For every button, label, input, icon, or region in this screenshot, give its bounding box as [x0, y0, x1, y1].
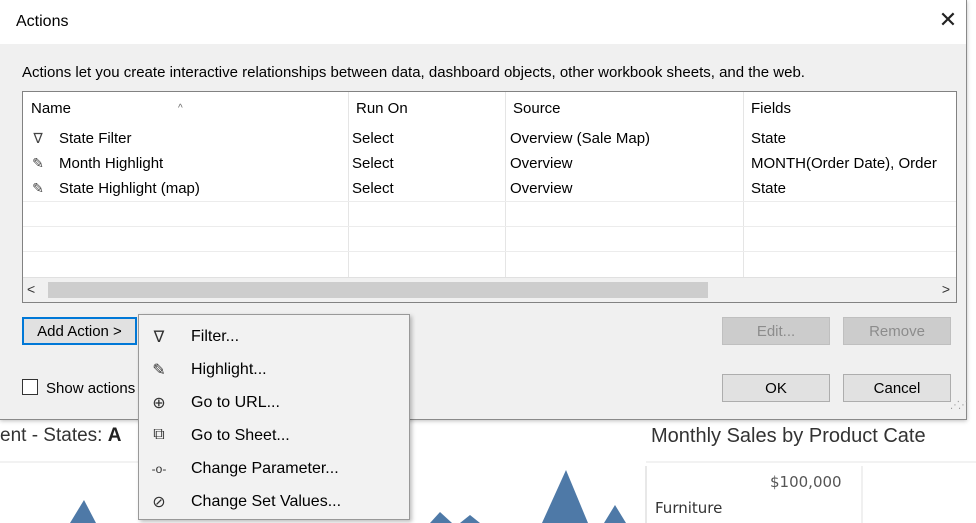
action-source: Overview [510, 155, 573, 172]
column-divider[interactable] [505, 92, 506, 277]
action-fields: State [751, 180, 787, 197]
action-run-on: Select [352, 155, 394, 172]
menu-item-label: Change Parameter... [191, 460, 339, 477]
filter-icon: ∇ [153, 329, 165, 346]
chart-spike [542, 470, 588, 523]
add-action-menu: ∇ Filter... ✎ Highlight... ⊕ Go to URL..… [138, 314, 410, 520]
column-header-run-on[interactable]: Run On [348, 92, 505, 126]
action-fields: MONTH(Order Date), Order [751, 155, 937, 172]
menu-item-go-to-url[interactable]: ⊕ Go to URL... [139, 387, 409, 420]
ok-button[interactable]: OK [722, 374, 830, 402]
menu-item-label: Go to URL... [191, 394, 280, 411]
background-sheet-title: ent - States: A [0, 425, 122, 446]
show-actions-label: Show actions [46, 380, 136, 397]
chart-spike [460, 515, 480, 523]
sort-ascending-icon: ^ [178, 103, 183, 114]
highlight-icon: ✎ [32, 155, 44, 171]
action-source: Overview (Sale Map) [510, 130, 651, 147]
column-divider[interactable] [348, 92, 349, 277]
scroll-left-icon[interactable]: < [27, 281, 35, 297]
menu-item-label: Change Set Values... [191, 493, 342, 510]
dialog-title: Actions [16, 13, 69, 30]
resize-grip-icon[interactable]: ⋰⋰ [950, 400, 968, 411]
action-name: State Highlight (map) [59, 180, 200, 197]
chart-spike [604, 505, 626, 523]
add-action-button[interactable]: Add Action > [22, 317, 137, 345]
action-source: Overview [510, 180, 573, 197]
horizontal-scrollbar[interactable]: < > [23, 277, 956, 302]
action-name: Month Highlight [59, 155, 164, 172]
chart-spike [70, 500, 96, 523]
menu-item-label: Filter... [191, 328, 240, 345]
filter-icon: ∇ [33, 130, 43, 146]
highlight-icon: ✎ [32, 180, 44, 196]
background-chart-title: Monthly Sales by Product Cate [651, 425, 926, 447]
row-divider [23, 226, 956, 227]
column-header-fields[interactable]: Fields [743, 92, 956, 126]
dialog-description: Actions let you create interactive relat… [22, 64, 805, 81]
scroll-right-icon[interactable]: > [942, 281, 950, 297]
actions-table: Name ^ Run On Source Fields ∇ State Filt… [22, 91, 957, 303]
menu-item-change-set-values[interactable]: ⊘ Change Set Values... [139, 486, 409, 519]
menu-item-highlight[interactable]: ✎ Highlight... [139, 354, 409, 387]
row-divider [23, 201, 956, 202]
action-run-on: Select [352, 130, 394, 147]
close-icon[interactable]: ✕ [936, 8, 960, 32]
menu-item-filter[interactable]: ∇ Filter... [139, 321, 409, 354]
menu-item-label: Highlight... [191, 361, 267, 378]
globe-icon: ⊕ [152, 395, 166, 412]
highlight-icon: ✎ [152, 362, 166, 379]
menu-item-change-parameter[interactable]: -o- Change Parameter... [139, 453, 409, 486]
chart-spike [430, 512, 452, 523]
dialog-titlebar: Actions ✕ [0, 0, 966, 44]
column-divider[interactable] [743, 92, 744, 277]
edit-button[interactable]: Edit... [722, 317, 830, 345]
set-values-icon: ⊘ [152, 494, 166, 511]
column-header-source[interactable]: Source [505, 92, 745, 126]
show-actions-checkbox[interactable] [22, 379, 38, 395]
menu-item-label: Go to Sheet... [191, 427, 290, 444]
action-run-on: Select [352, 180, 394, 197]
row-divider [23, 251, 956, 252]
scrollbar-thumb[interactable] [48, 282, 708, 298]
cancel-button[interactable]: Cancel [843, 374, 951, 402]
background-axis-value: $100,000 [770, 473, 842, 491]
action-fields: State [751, 130, 787, 147]
external-link-icon: ⧉ [153, 426, 165, 443]
remove-button[interactable]: Remove [843, 317, 951, 345]
background-category-label: Furniture [655, 499, 723, 517]
action-name: State Filter [59, 130, 132, 147]
column-header-name[interactable]: Name ^ [23, 92, 348, 126]
menu-item-go-to-sheet[interactable]: ⧉ Go to Sheet... [139, 420, 409, 453]
parameter-icon: -o- [151, 462, 167, 476]
